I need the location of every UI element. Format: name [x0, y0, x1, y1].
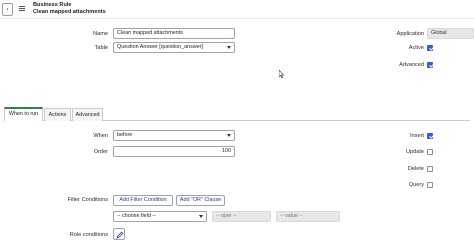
- delete-label: Delete: [407, 166, 424, 172]
- application-field: Global: [427, 28, 474, 39]
- back-button[interactable]: ‹: [2, 3, 13, 16]
- table-select-value: Question Answer [question_answer]: [117, 44, 203, 50]
- table-select[interactable]: Question Answer [question_answer]: [113, 42, 235, 53]
- query-checkbox[interactable]: [427, 182, 433, 188]
- role-conditions-label: Role conditions: [69, 232, 108, 238]
- mouse-cursor-icon: [279, 70, 284, 78]
- insert-checkbox[interactable]: [427, 133, 433, 139]
- pencil-icon: [116, 231, 124, 239]
- tab-actions[interactable]: Actions: [44, 108, 71, 121]
- query-label: Query: [408, 182, 424, 188]
- tab-when-to-run[interactable]: When to run: [4, 107, 43, 121]
- order-field[interactable]: 100: [113, 146, 235, 157]
- filter-conditions-label: Filter Conditions: [67, 197, 108, 203]
- advanced-checkbox[interactable]: [427, 62, 433, 68]
- record-name-subtitle: Clean mapped attachments: [33, 9, 106, 15]
- add-or-clause-button[interactable]: Add "OR" Clause: [176, 195, 225, 206]
- edit-role-conditions-button[interactable]: [113, 228, 125, 240]
- active-checkbox[interactable]: [427, 45, 433, 51]
- operator-select: -- oper --: [212, 211, 271, 222]
- application-label: Application: [396, 31, 424, 37]
- back-icon: ‹: [6, 6, 9, 13]
- insert-label: Insert: [410, 133, 424, 139]
- active-label: Active: [408, 45, 424, 51]
- order-label: Order: [93, 149, 108, 155]
- add-filter-condition-button[interactable]: Add Filter Condition: [113, 195, 173, 206]
- value-field: -- value --: [276, 211, 340, 222]
- tab-advanced[interactable]: Advanced: [72, 108, 103, 121]
- when-select-value: before: [117, 132, 133, 138]
- update-label: Update: [405, 149, 424, 155]
- name-field[interactable]: Clean mapped attachments: [113, 28, 235, 39]
- record-type-title: Business Rule: [33, 2, 72, 8]
- hamburger-icon[interactable]: [19, 6, 25, 11]
- when-select[interactable]: before: [113, 130, 235, 141]
- form-header: ‹ Business Rule Clean mapped attachments: [0, 0, 474, 19]
- update-checkbox[interactable]: [427, 149, 433, 155]
- choose-field-placeholder: -- choose field --: [117, 213, 156, 219]
- delete-checkbox[interactable]: [427, 166, 433, 172]
- advanced-label: Advanced: [399, 62, 424, 68]
- when-label: When: [93, 133, 108, 139]
- choose-field-select[interactable]: -- choose field --: [113, 211, 207, 222]
- name-label: Name: [93, 31, 108, 37]
- table-label: Table: [94, 45, 108, 51]
